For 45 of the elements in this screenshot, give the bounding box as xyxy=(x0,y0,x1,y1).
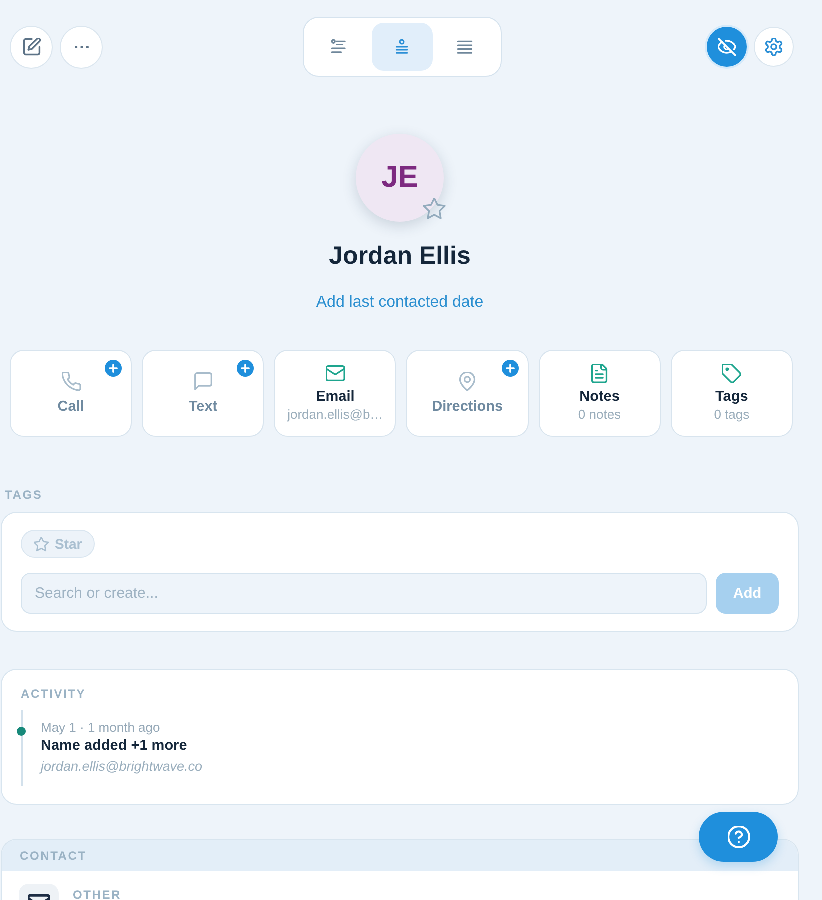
list-view-icon xyxy=(457,39,473,55)
action-detail: 0 notes xyxy=(578,406,622,423)
action-detail: 0 tags xyxy=(714,406,750,423)
section-heading: TAGS xyxy=(5,488,43,502)
profile-view-icon xyxy=(394,39,410,55)
add-badge-icon xyxy=(502,360,519,377)
help-icon xyxy=(728,826,750,848)
timeline-dot-icon xyxy=(16,726,26,736)
email-button[interactable]: Email jordan.ellis@b… xyxy=(274,350,396,437)
profile-view-tab[interactable] xyxy=(372,23,432,71)
tags-button[interactable]: Tags 0 tags xyxy=(670,350,793,437)
favorite-star-icon[interactable] xyxy=(423,198,446,220)
add-badge-icon xyxy=(237,360,254,377)
section-heading: CONTACT xyxy=(20,848,87,862)
phone-icon xyxy=(62,372,81,390)
action-detail: jordan.ellis@b… xyxy=(288,406,384,423)
add-badge-icon xyxy=(105,360,122,377)
activity-detail: jordan.ellis@brightwave.co xyxy=(41,758,203,776)
text-button[interactable]: Text xyxy=(142,350,264,437)
edit-icon xyxy=(22,38,40,56)
settings-icon xyxy=(765,38,783,56)
more-icon xyxy=(74,46,88,48)
last-contacted-link[interactable]: Add last contacted date xyxy=(316,293,484,313)
directions-button[interactable]: Directions xyxy=(406,350,529,437)
mail-icon xyxy=(326,364,345,383)
summary-view-icon xyxy=(331,39,347,55)
help-button[interactable] xyxy=(699,812,778,862)
activity-title: Name added +1 more xyxy=(41,737,188,756)
tag-search-field[interactable]: Search or create... xyxy=(21,573,707,614)
activity-meta: May 1 · 1 month ago xyxy=(41,720,160,736)
notes-button[interactable]: Notes 0 notes xyxy=(538,350,661,437)
chat-bubble-icon xyxy=(194,372,213,390)
section-heading: ACTIVITY xyxy=(21,687,86,701)
avatar: JE xyxy=(356,134,444,222)
map-pin-icon xyxy=(458,372,478,390)
tag-icon xyxy=(722,364,742,383)
edit-button[interactable] xyxy=(10,26,53,68)
contact-name: Jordan Ellis xyxy=(329,241,471,271)
star-icon xyxy=(34,536,49,552)
contact-item-label: OTHER xyxy=(73,888,122,900)
eye-off-icon xyxy=(718,38,736,56)
call-button[interactable]: Call xyxy=(10,350,132,437)
document-icon xyxy=(590,364,610,383)
settings-button[interactable] xyxy=(754,27,794,67)
hide-toggle-button[interactable] xyxy=(707,27,747,67)
